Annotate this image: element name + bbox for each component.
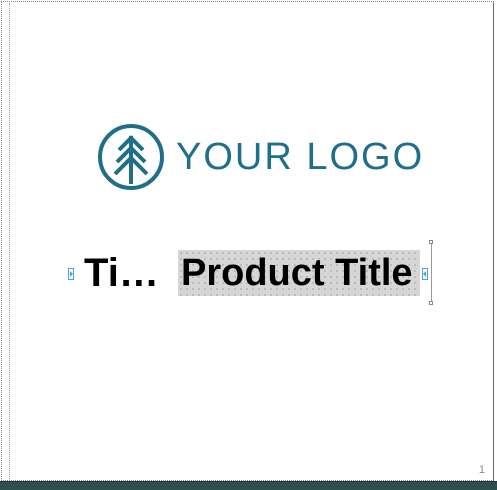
page-number: 1 — [478, 464, 485, 476]
tree-in-circle-icon — [98, 124, 164, 190]
logo-text: YOUR LOGO — [176, 135, 425, 178]
title-row: Ti… Product Title — [68, 240, 438, 305]
editor-canvas[interactable]: YOUR LOGO Ti… Product Title 1 — [0, 0, 497, 490]
page-frame — [1, 1, 494, 481]
resize-handle-left[interactable] — [68, 268, 74, 280]
bottom-bar — [0, 481, 497, 490]
selection-knob-bottom[interactable] — [429, 301, 433, 305]
logo[interactable]: YOUR LOGO — [96, 121, 424, 193]
page-margin-guide — [9, 3, 10, 481]
short-title-text[interactable]: Ti… — [84, 251, 159, 295]
selection-knob-top[interactable] — [429, 240, 433, 244]
product-title-text[interactable]: Product Title — [181, 251, 413, 295]
selection-line — [431, 243, 432, 303]
page-edge — [493, 3, 494, 481]
resize-handle-right[interactable] — [422, 268, 428, 280]
